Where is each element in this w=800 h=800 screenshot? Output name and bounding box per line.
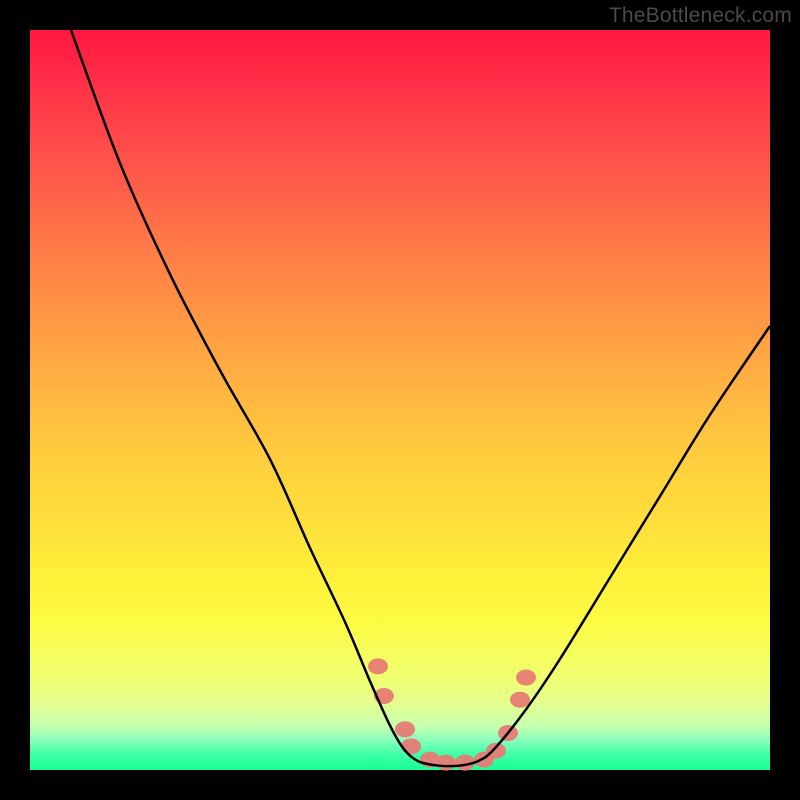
salmon-marker-group xyxy=(368,658,536,770)
watermark-text: TheBottleneck.com xyxy=(609,4,792,28)
marker-dot xyxy=(368,658,388,674)
marker-dot xyxy=(516,670,536,686)
marker-dot xyxy=(401,738,421,754)
marker-dot xyxy=(486,743,506,759)
chart-frame: TheBottleneck.com xyxy=(0,0,800,800)
chart-svg xyxy=(0,0,800,800)
marker-dot xyxy=(436,755,456,771)
marker-dot xyxy=(510,692,530,708)
marker-dot xyxy=(395,721,415,737)
black-curve-path xyxy=(71,30,770,766)
